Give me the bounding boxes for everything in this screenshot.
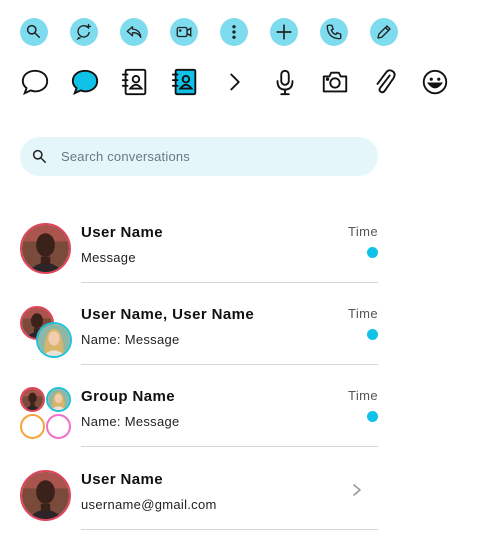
chevron-right-icon[interactable] xyxy=(350,480,364,500)
microphone-icon[interactable] xyxy=(269,66,301,98)
chat-bubble-filled-icon[interactable] xyxy=(69,66,101,98)
divider xyxy=(81,364,378,365)
contact-book-filled-icon[interactable] xyxy=(169,66,201,98)
avatar xyxy=(20,387,45,412)
add-icon[interactable] xyxy=(270,18,298,46)
contact-item[interactable]: User Name username@gmail.com xyxy=(20,464,378,530)
conversation-name: User Name, User Name xyxy=(81,306,255,323)
contact-book-outline-icon[interactable] xyxy=(119,66,151,98)
avatar xyxy=(36,322,72,358)
new-chat-icon[interactable] xyxy=(70,18,98,46)
conversation-time: Time xyxy=(347,306,378,321)
conversation-item[interactable]: User Name Message Time xyxy=(20,217,378,283)
avatar-placeholder xyxy=(46,414,71,439)
unread-indicator xyxy=(367,411,378,422)
conversation-name: Group Name xyxy=(81,388,176,405)
avatar-placeholder xyxy=(20,414,45,439)
chevron-right-icon[interactable] xyxy=(219,66,251,98)
contact-name: User Name xyxy=(81,471,163,488)
search-bar[interactable]: Search conversations xyxy=(20,137,378,176)
divider xyxy=(81,282,378,283)
avatar xyxy=(20,223,71,274)
contact-email: username@gmail.com xyxy=(81,497,217,512)
conversation-item[interactable]: User Name, User Name Name: Message Time xyxy=(20,299,378,365)
avatar xyxy=(20,470,71,521)
icon-set-row xyxy=(19,66,469,98)
phone-icon[interactable] xyxy=(320,18,348,46)
conversation-message: Name: Message xyxy=(81,332,180,347)
divider xyxy=(81,529,378,530)
unread-indicator xyxy=(367,247,378,258)
search-input[interactable]: Search conversations xyxy=(61,149,190,164)
conversation-name: User Name xyxy=(81,224,163,241)
video-call-icon[interactable] xyxy=(170,18,198,46)
avatar xyxy=(46,387,71,412)
paperclip-icon[interactable] xyxy=(369,66,401,98)
conversation-message: Message xyxy=(81,250,136,265)
smiley-icon[interactable] xyxy=(419,66,451,98)
conversation-item[interactable]: Group Name Name: Message Time xyxy=(20,381,378,447)
reply-icon[interactable] xyxy=(120,18,148,46)
search-icon[interactable] xyxy=(20,18,48,46)
more-vertical-icon[interactable] xyxy=(220,18,248,46)
top-icon-toolbar xyxy=(20,18,420,46)
conversation-time: Time xyxy=(347,388,378,403)
unread-indicator xyxy=(367,329,378,340)
search-icon xyxy=(29,146,51,168)
conversation-time: Time xyxy=(347,224,378,239)
chat-bubble-outline-icon[interactable] xyxy=(19,66,51,98)
edit-pencil-icon[interactable] xyxy=(370,18,398,46)
camera-icon[interactable] xyxy=(319,66,351,98)
divider xyxy=(81,446,378,447)
conversation-message: Name: Message xyxy=(81,414,180,429)
